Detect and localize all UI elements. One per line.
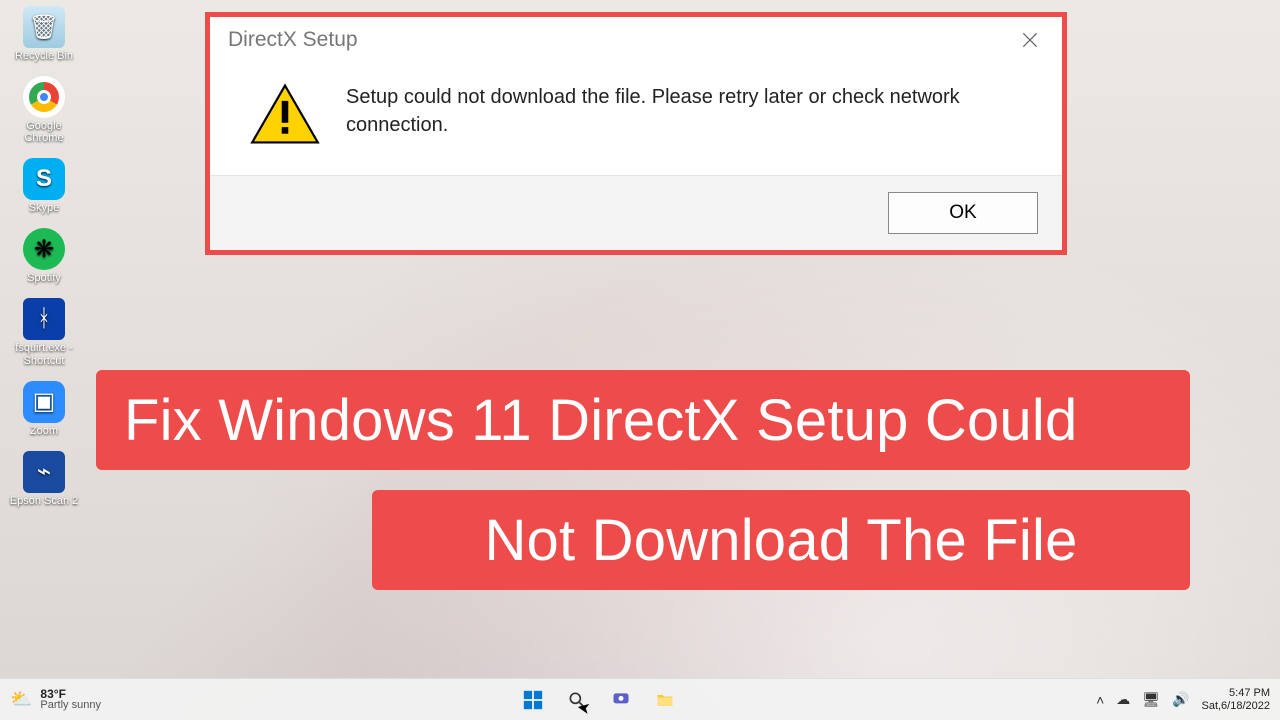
dialog-action-bar: OK bbox=[210, 176, 1062, 250]
desktop-icon-skype[interactable]: S Skype bbox=[8, 158, 80, 214]
desktop-icon-label: Skype bbox=[29, 202, 60, 214]
video-caption-line-2: Not Download The File bbox=[372, 490, 1190, 590]
tray-chevron-up-icon[interactable]: ˄ bbox=[1096, 692, 1104, 708]
zoom-icon: ▣ bbox=[23, 381, 65, 423]
taskbar-system-tray: ˄ ☁ 🖥 🔊 5:47 PM Sat,6/18/2022 bbox=[1096, 687, 1270, 711]
ok-button[interactable]: OK bbox=[888, 192, 1038, 234]
spotify-icon: ❋ bbox=[23, 228, 65, 270]
weather-icon: ⛅ bbox=[10, 689, 32, 710]
scanner-icon: ⌁ bbox=[23, 451, 65, 493]
desktop-icon-google-chrome[interactable]: Google Chrome bbox=[8, 76, 80, 144]
video-caption-line-1: Fix Windows 11 DirectX Setup Could bbox=[96, 370, 1190, 470]
taskbar-chat-button[interactable] bbox=[608, 687, 634, 713]
tray-network-icon[interactable]: 🖥 bbox=[1142, 691, 1160, 708]
tray-onedrive-icon[interactable]: ☁ bbox=[1116, 691, 1130, 708]
windows-logo-icon bbox=[522, 689, 544, 711]
start-button[interactable] bbox=[520, 687, 546, 713]
desktop-icon-label: Recycle Bin bbox=[15, 50, 73, 62]
taskbar-clock[interactable]: 5:47 PM Sat,6/18/2022 bbox=[1201, 687, 1270, 711]
clock-date: Sat,6/18/2022 bbox=[1201, 700, 1270, 712]
close-button[interactable] bbox=[1010, 20, 1050, 60]
desktop-icon-recycle-bin[interactable]: 🗑 Recycle Bin bbox=[8, 6, 80, 62]
taskbar-center bbox=[520, 687, 678, 713]
desktop-icon-label: Spotify bbox=[27, 272, 61, 284]
dialog-highlight-frame: DirectX Setup Setup could not download t… bbox=[205, 12, 1067, 255]
taskbar-search-button[interactable] bbox=[564, 687, 590, 713]
taskbar-file-explorer-button[interactable] bbox=[652, 687, 678, 713]
close-icon bbox=[1020, 30, 1040, 50]
desktop-icon-label: Epson Scan 2 bbox=[10, 495, 79, 507]
bluetooth-icon: ᚼ bbox=[23, 298, 65, 340]
skype-icon: S bbox=[23, 158, 65, 200]
clock-time: 5:47 PM bbox=[1229, 687, 1270, 699]
desktop-icon-label: Zoom bbox=[30, 425, 58, 437]
dialog-titlebar[interactable]: DirectX Setup bbox=[210, 17, 1062, 63]
chrome-icon bbox=[23, 76, 65, 118]
desktop-icon-zoom[interactable]: ▣ Zoom bbox=[8, 381, 80, 437]
recycle-bin-icon: 🗑 bbox=[23, 6, 65, 48]
desktop-icons-column: 🗑 Recycle Bin Google Chrome S Skype ❋ Sp… bbox=[8, 6, 80, 507]
dialog-title: DirectX Setup bbox=[228, 28, 358, 52]
taskbar-weather-widget[interactable]: ⛅ 83°F Partly sunny bbox=[10, 688, 101, 711]
desktop-icon-fsquirt[interactable]: ᚼ fsquirt.exe - Shortcut bbox=[8, 298, 80, 366]
desktop-icon-label: Google Chrome bbox=[8, 120, 80, 144]
weather-description: Partly sunny bbox=[40, 700, 101, 711]
chat-icon bbox=[611, 690, 631, 710]
desktop-icon-epson-scan[interactable]: ⌁ Epson Scan 2 bbox=[8, 451, 80, 507]
folder-icon bbox=[655, 690, 675, 710]
tray-volume-icon[interactable]: 🔊 bbox=[1172, 691, 1189, 708]
directx-setup-dialog: DirectX Setup Setup could not download t… bbox=[210, 17, 1062, 250]
warning-icon bbox=[250, 83, 320, 145]
taskbar: ⛅ 83°F Partly sunny bbox=[0, 678, 1280, 720]
desktop-icon-label: fsquirt.exe - Shortcut bbox=[8, 342, 80, 366]
search-icon bbox=[567, 690, 587, 710]
dialog-message: Setup could not download the file. Pleas… bbox=[346, 83, 966, 139]
desktop-icon-spotify[interactable]: ❋ Spotify bbox=[8, 228, 80, 284]
